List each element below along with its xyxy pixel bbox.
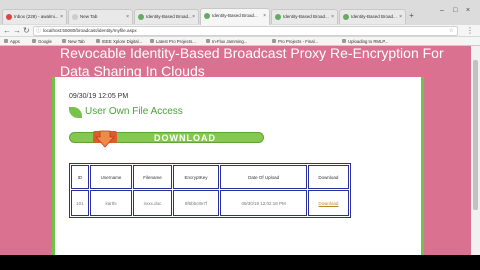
page-icon xyxy=(96,39,100,43)
col-username: Username xyxy=(89,165,133,189)
tab-strip: Inbox (228) - awalmi... × New Tab × Iden… xyxy=(0,0,480,26)
content-panel: 09/30/19 12:05 PM User Own File Access D… xyxy=(52,77,424,255)
close-icon[interactable]: × xyxy=(331,10,334,24)
page-icon xyxy=(138,14,144,20)
tab-label: Inbox (228) - awalmi... xyxy=(14,14,59,19)
apps-icon xyxy=(4,39,8,43)
bookmark-label: Apps xyxy=(10,39,20,44)
page-icon xyxy=(275,14,281,20)
cell-filename: irxxx.doc xyxy=(133,190,172,216)
close-icon[interactable]: × xyxy=(192,10,195,24)
site-title: Revocable Identity-Based Broadcast Proxy… xyxy=(60,46,444,79)
web-page: Revocable Identity-Based Broadcast Proxy… xyxy=(0,46,471,255)
download-button[interactable]: DOWNLOAD xyxy=(69,127,264,149)
bookmark-apps[interactable]: Apps xyxy=(4,38,20,45)
cell-date: 09/30/19 12:02:18 PM xyxy=(220,190,307,216)
cell-encryptkey: 8f6bbc8e7f xyxy=(172,190,220,216)
tab-label: Identity-Based Broad... xyxy=(283,14,329,19)
download-link[interactable]: Download xyxy=(307,190,349,216)
cell-id: 101 xyxy=(71,190,89,216)
tab-label: Identity-Based Broad... xyxy=(146,14,192,19)
timestamp: 09/30/19 12:05 PM xyxy=(69,93,129,100)
bookmarks-bar: Apps Google New Tab IEEE Xplore Digital.… xyxy=(0,37,480,46)
tab-identity-3[interactable]: Identity-Based Broad... × xyxy=(271,9,338,24)
cell-username: karthi xyxy=(89,190,133,216)
col-id: ID xyxy=(71,165,89,189)
bookmark-star-icon[interactable]: ☆ xyxy=(449,27,454,35)
bookmark-latest-pro[interactable]: Latest Pro Projects... xyxy=(150,38,196,45)
page-icon xyxy=(62,39,66,43)
new-tab-button[interactable]: + xyxy=(407,11,416,20)
tab-inbox[interactable]: Inbox (228) - awalmi... × xyxy=(2,9,67,24)
page-icon xyxy=(206,39,210,43)
bookmark-uploading[interactable]: Uploading to RMLP... xyxy=(342,38,388,45)
close-icon[interactable]: × xyxy=(399,10,402,24)
browser-toolbar: ← → ↻ ⓘ localhost:55080/broadcast/identi… xyxy=(0,25,480,37)
address-text: localhost:55080/broadcast/identity/myfil… xyxy=(43,28,137,33)
gmail-icon xyxy=(6,14,12,20)
tab-new[interactable]: New Tab × xyxy=(68,9,133,24)
bookmark-label: Google xyxy=(38,39,52,44)
window-close-icon[interactable]: × xyxy=(466,7,470,14)
download-arrow-icon xyxy=(93,130,117,148)
page-icon xyxy=(204,13,210,19)
files-table: ID Username Filename EncryptKey Date Of … xyxy=(69,163,351,218)
tab-label: New Tab xyxy=(80,14,98,19)
browser-menu-icon[interactable]: ⋮ xyxy=(466,25,474,36)
download-label: DOWNLOAD xyxy=(154,133,216,143)
maximize-icon[interactable]: □ xyxy=(453,7,457,14)
address-bar[interactable]: ⓘ localhost:55080/broadcast/identity/myf… xyxy=(33,26,458,36)
table-header-row: ID Username Filename EncryptKey Date Of … xyxy=(71,165,349,189)
tab-identity-4[interactable]: Identity-Based Broad... × xyxy=(339,9,406,24)
page-icon xyxy=(272,39,276,43)
bookmark-label: IEEE Xplore Digital... xyxy=(102,39,143,44)
page-icon xyxy=(342,39,346,43)
col-date: Date Of Upload xyxy=(220,165,307,189)
col-download: Download xyxy=(307,165,349,189)
screen: Inbox (228) - awalmi... × New Tab × Iden… xyxy=(0,0,480,255)
page-icon xyxy=(343,14,349,20)
tab-identity-2[interactable]: Identity-Based Broad... × xyxy=(200,8,270,25)
minimize-icon[interactable]: – xyxy=(440,7,444,14)
close-icon[interactable]: × xyxy=(263,9,266,23)
close-icon[interactable]: × xyxy=(60,10,63,24)
page-icon xyxy=(150,39,154,43)
bookmark-pro-projects[interactable]: Pro Projects - Final... xyxy=(272,38,318,45)
page-heading: User Own File Access xyxy=(85,106,183,117)
col-encryptkey: EncryptKey xyxy=(172,165,220,189)
leaf-icon xyxy=(69,107,82,118)
bookmark-influx[interactable]: In-Flux Jamming... xyxy=(206,38,247,45)
page-icon xyxy=(72,14,78,20)
bookmark-label: Pro Projects - Final... xyxy=(278,39,319,44)
reload-icon[interactable]: ↻ xyxy=(23,26,30,36)
tab-label: Identity-Based Broad... xyxy=(351,14,397,19)
bookmark-new-tab[interactable]: New Tab xyxy=(62,38,85,45)
table-row: 101 karthi irxxx.doc 8f6bbc8e7f 09/30/19… xyxy=(71,190,349,216)
bookmark-label: In-Flux Jamming... xyxy=(212,39,248,44)
forward-icon[interactable]: → xyxy=(13,26,21,36)
col-filename: Filename xyxy=(133,165,172,189)
tab-label: Identity-Based Broad... xyxy=(212,13,258,18)
bookmark-google[interactable]: Google xyxy=(32,38,52,45)
bookmark-label: Latest Pro Projects... xyxy=(156,39,196,44)
back-icon[interactable]: ← xyxy=(3,26,11,36)
close-icon[interactable]: × xyxy=(126,10,129,24)
bookmark-label: New Tab xyxy=(68,39,85,44)
google-icon xyxy=(32,39,36,43)
scrollbar-thumb[interactable] xyxy=(473,60,478,210)
bookmark-label: Uploading to RMLP... xyxy=(348,39,389,44)
page-scrollbar[interactable] xyxy=(471,46,480,255)
info-icon: ⓘ xyxy=(36,28,42,34)
tab-identity-1[interactable]: Identity-Based Broad... × xyxy=(134,9,199,24)
bookmark-ieee[interactable]: IEEE Xplore Digital... xyxy=(96,38,142,45)
